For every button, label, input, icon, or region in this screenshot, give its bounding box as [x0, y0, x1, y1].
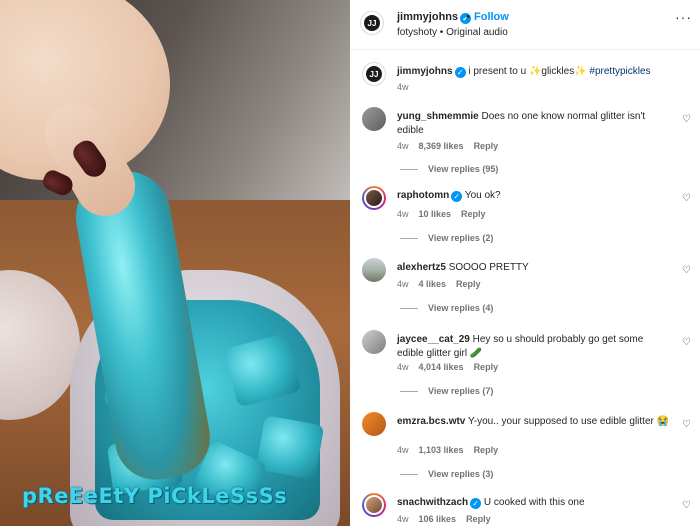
comment-meta: 4w 10 likes Reply	[397, 209, 496, 219]
commenter-username[interactable]: snachwithzach	[397, 497, 468, 508]
more-options-icon[interactable]: ···	[675, 9, 692, 25]
view-replies-button[interactable]: View replies (2)	[400, 233, 493, 243]
caption-avatar[interactable]: JJ	[362, 62, 386, 86]
comment-meta: 4w 106 likes Reply	[397, 514, 501, 524]
verified-badge-icon: ✓	[454, 67, 466, 78]
like-heart-icon[interactable]: ♡	[682, 501, 692, 511]
caption-username[interactable]: jimmyjohns	[397, 66, 453, 77]
hashtag-link[interactable]: #prettypickles	[589, 66, 650, 77]
comment-likes[interactable]: 4 likes	[419, 279, 447, 289]
commenter-username[interactable]: yung_shmemmie	[397, 111, 479, 122]
post-panel: JJ jimmyjohns ✓ • Follow fotyshoty • Orig…	[350, 0, 700, 526]
video-caption-overlay: pReEeEtY PiCkLeSsSs	[22, 484, 288, 508]
follow-button[interactable]: Follow	[474, 11, 509, 23]
commenter-username[interactable]: emzra.bcs.wtv	[397, 416, 465, 427]
caption-text: jimmyjohns ✓ i present to u ✨glickles✨ #p…	[397, 66, 651, 78]
comment-text: yung_shmemmie Does no one know normal gl…	[397, 111, 646, 136]
header-username[interactable]: jimmyjohns ✓	[397, 11, 472, 24]
comment-text: snachwithzach ✓ U cooked with this one	[397, 497, 585, 509]
commenter-username[interactable]: raphotomn	[397, 190, 449, 201]
commenter-avatar[interactable]	[362, 412, 386, 436]
comment-likes[interactable]: 4,014 likes	[419, 362, 464, 372]
comment-age: 4w	[397, 279, 409, 289]
comment-likes[interactable]: 106 likes	[419, 514, 457, 524]
audio-subline[interactable]: fotyshoty • Original audio	[397, 27, 508, 38]
comment-text: alexhertz5 SOOOO PRETTY	[397, 262, 529, 273]
commenter-username[interactable]: alexhertz5	[397, 262, 446, 273]
comment-age: 4w	[397, 362, 409, 372]
comment-meta: 4w 4,014 likes Reply	[397, 362, 508, 372]
comment-text: jaycee__cat_29 Hey so u should probably …	[397, 334, 644, 359]
commenter-avatar[interactable]	[362, 107, 386, 131]
like-heart-icon[interactable]: ♡	[682, 420, 692, 430]
comment-age: 4w	[397, 514, 409, 524]
comment-age: 4w	[397, 209, 409, 219]
verified-badge-icon: ✓	[470, 498, 482, 509]
view-replies-button[interactable]: View replies (4)	[400, 303, 493, 313]
reply-button[interactable]: Reply	[456, 279, 481, 289]
comment-text: emzra.bcs.wtv Y-you.. your supposed to u…	[397, 416, 670, 427]
commenter-username[interactable]: jaycee__cat_29	[397, 334, 470, 345]
commenter-avatar[interactable]	[362, 186, 386, 210]
reply-button[interactable]: Reply	[461, 209, 486, 219]
reply-button[interactable]: Reply	[466, 514, 491, 524]
post-header: JJ jimmyjohns ✓ • Follow fotyshoty • Orig…	[350, 0, 700, 50]
comment-age: 4w	[397, 445, 409, 455]
like-heart-icon[interactable]: ♡	[682, 266, 692, 276]
like-heart-icon[interactable]: ♡	[682, 194, 692, 204]
comment-meta: 4w 8,369 likes Reply	[397, 141, 508, 151]
commenter-avatar[interactable]	[362, 493, 386, 517]
comment-likes[interactable]: 8,369 likes	[419, 141, 464, 151]
comment-likes[interactable]: 10 likes	[419, 209, 452, 219]
view-replies-button[interactable]: View replies (3)	[400, 469, 493, 479]
view-replies-button[interactable]: View replies (7)	[400, 386, 493, 396]
pickle-chip	[255, 415, 325, 480]
reply-button[interactable]: Reply	[474, 141, 499, 151]
comment-meta: 4w 4 likes Reply	[397, 279, 491, 289]
separator-dot: •	[466, 11, 470, 23]
reply-button[interactable]: Reply	[474, 362, 499, 372]
comment-meta: 4w 1,103 likes Reply	[397, 445, 508, 455]
commenter-avatar[interactable]	[362, 258, 386, 282]
comment-text: raphotomn ✓ You ok?	[397, 190, 501, 202]
profile-avatar[interactable]: JJ	[360, 11, 384, 35]
video-player[interactable]: pReEeEtY PiCkLeSsSs	[0, 0, 350, 526]
reply-button[interactable]: Reply	[474, 445, 499, 455]
verified-badge-icon: ✓	[451, 191, 463, 202]
comments-list: JJ jimmyjohns ✓ i present to u ✨glickles✨…	[350, 50, 700, 526]
comment-age: 4w	[397, 141, 409, 151]
comment-likes[interactable]: 1,103 likes	[419, 445, 464, 455]
caption-meta: 4w	[397, 82, 409, 92]
like-heart-icon[interactable]: ♡	[682, 338, 692, 348]
view-replies-button[interactable]: View replies (95)	[400, 164, 498, 174]
commenter-avatar[interactable]	[362, 330, 386, 354]
like-heart-icon[interactable]: ♡	[682, 115, 692, 125]
